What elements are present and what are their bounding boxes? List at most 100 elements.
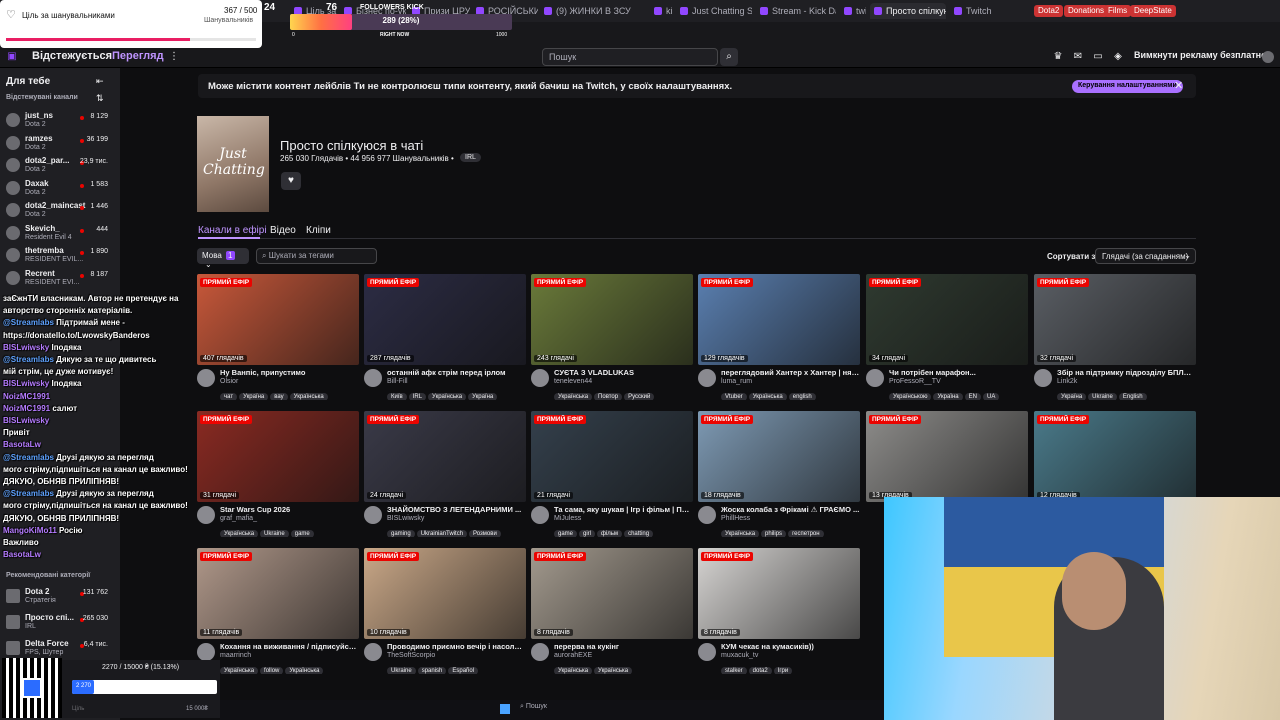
sidebar-category[interactable]: Просто спі... IRL 265 030 (0, 612, 120, 634)
avatar[interactable] (866, 369, 884, 387)
stream-thumbnail[interactable]: ПРЯМИЙ ЕФІР 11 глядачів (197, 548, 359, 639)
stream-card[interactable]: ПРЯМИЙ ЕФІР 287 глядачів останній афк стрі… (364, 274, 526, 404)
language-filter-button[interactable]: Мова 1 ⌄ (197, 248, 249, 269)
stream-thumbnail[interactable]: ПРЯМИЙ ЕФІР 10 глядачів (364, 548, 526, 639)
channel-name[interactable]: aurorahEXE (554, 652, 592, 659)
stream-title[interactable]: Проводимо приємно вечір і насолод... (387, 642, 526, 651)
sidebar-channel[interactable]: ramzes Dota 2 36 199 (0, 133, 120, 155)
nav-browse[interactable]: Перегляд (112, 50, 164, 62)
tag-chip[interactable]: Українська (594, 667, 633, 674)
whispers-icon[interactable]: ▭ (1092, 51, 1104, 63)
stream-card[interactable]: ПРЯМИЙ ЕФІР 31 глядачі Star Wars Cup 2026 g… (197, 411, 359, 541)
tag-chip[interactable]: stalker (721, 667, 747, 674)
tab-videos[interactable]: Відео (270, 225, 296, 236)
inbox-icon[interactable]: ✉ (1072, 51, 1084, 63)
channel-name[interactable]: Link2k (1057, 378, 1077, 385)
stream-thumbnail[interactable]: ПРЯМИЙ ЕФІР 12 глядачів (1034, 411, 1196, 502)
stream-card[interactable]: ПРЯМИЙ ЕФІР 21 глядачі Та сама, яку шукав … (531, 411, 693, 541)
avatar[interactable] (197, 643, 215, 661)
tag-chip[interactable]: Україна (933, 393, 963, 400)
avatar[interactable] (698, 506, 716, 524)
browser-tab[interactable]: kick (650, 3, 672, 19)
stream-title[interactable]: ЗНАЙОМСТВО З ЛЕГЕНДАРНИМИ ... (387, 505, 526, 514)
tag-chip[interactable]: girl (579, 530, 596, 537)
bookmark-pill[interactable]: Donations (1064, 5, 1109, 17)
more-icon[interactable]: ⋮ (168, 51, 180, 63)
browser-tab[interactable]: Twitch (950, 3, 1020, 19)
stream-thumbnail[interactable]: ПРЯМИЙ ЕФІР 287 глядачів (364, 274, 526, 365)
stream-card[interactable]: ПРЯМИЙ ЕФІР 243 глядачі СУЄТА З VLADLUKAS t… (531, 274, 693, 404)
taskbar-search[interactable]: ⌕ Пошук (520, 703, 560, 717)
browser-tab[interactable]: Stream - Kick Da... (756, 3, 836, 19)
stream-title[interactable]: Ну Ванпіс, припустимо (220, 368, 359, 377)
tag-chip[interactable]: Українська (554, 393, 593, 400)
browser-tab[interactable]: Просто спілкую... (870, 3, 946, 19)
tag-search-input[interactable]: ⌕ Шукати за тегами (256, 248, 377, 264)
stream-card[interactable]: ПРЯМИЙ ЕФІР 32 глядачі Збір на підтримку п… (1034, 274, 1196, 404)
channel-name[interactable]: luma_rum (721, 378, 752, 385)
avatar[interactable] (531, 369, 549, 387)
avatar[interactable] (364, 506, 382, 524)
avatar[interactable] (1262, 51, 1274, 63)
tag-chip[interactable]: Повтор (594, 393, 623, 400)
avatar[interactable] (531, 506, 549, 524)
tag-chip[interactable]: Україна (239, 393, 269, 400)
tag-chip[interactable]: Розмови (469, 530, 501, 537)
stream-card[interactable]: ПРЯМИЙ ЕФІР 34 глядачі Чи потрібен марафон… (866, 274, 1028, 404)
stream-title[interactable]: СУЄТА З VLADLUKAS (554, 368, 693, 377)
tag-chip[interactable]: spanish (417, 667, 447, 674)
stream-card[interactable]: ПРЯМИЙ ЕФІР 11 глядачів Кохання на виживан… (197, 548, 359, 678)
channel-name[interactable]: MiJuless (554, 515, 581, 522)
sidebar-channel[interactable]: Skevich_ Resident Evil 4 444 (0, 223, 120, 245)
sidebar-channel[interactable]: Daxak Dota 2 1 583 (0, 178, 120, 200)
stream-card[interactable]: ПРЯМИЙ ЕФІР 24 глядачі ЗНАЙОМСТВО З ЛЕГЕНД… (364, 411, 526, 541)
browser-tab[interactable]: twitch (840, 3, 866, 19)
stream-card[interactable]: ПРЯМИЙ ЕФІР 10 глядачів Проводимо приємно … (364, 548, 526, 678)
stream-thumbnail[interactable]: ПРЯМИЙ ЕФІР 32 глядачі (1034, 274, 1196, 365)
collapse-icon[interactable]: ⇤ (96, 76, 104, 87)
browser-tab[interactable]: Just Chatting Str... (676, 3, 752, 19)
stream-thumbnail[interactable]: ПРЯМИЙ ЕФІР 129 глядачів (698, 274, 860, 365)
tag-chip[interactable]: Русский (624, 393, 655, 400)
search-input[interactable]: Пошук (542, 48, 718, 66)
tag-chip[interactable]: геспетрон (788, 530, 824, 537)
stream-thumbnail[interactable]: ПРЯМИЙ ЕФІР 34 глядачі (866, 274, 1028, 365)
stream-thumbnail[interactable]: ПРЯМИЙ ЕФІР 243 глядачі (531, 274, 693, 365)
tag-chip[interactable]: philips (761, 530, 787, 537)
tag-chip[interactable]: Ukraine (387, 667, 416, 674)
tag-chip[interactable]: Україна (1057, 393, 1087, 400)
channel-name[interactable]: TheSoftScorpio (387, 652, 435, 659)
tag-chip[interactable]: Українською (889, 393, 932, 400)
avatar[interactable] (1034, 369, 1052, 387)
stream-thumbnail[interactable]: ПРЯМИЙ ЕФІР 21 глядачі (531, 411, 693, 502)
tag-chip[interactable]: чат (220, 393, 238, 400)
stream-title[interactable]: останній афк стрім перед ірлом (387, 368, 526, 377)
sort-select[interactable]: Глядачі (за спаданням) ⌄ (1095, 248, 1196, 264)
tag-chip[interactable]: English (1118, 393, 1147, 400)
stream-title[interactable]: Star Wars Cup 2026 (220, 505, 359, 514)
ad-free-button[interactable]: Вимкнути рекламу безплатно (1134, 50, 1267, 60)
sidebar-category[interactable]: Dota 2 Стратегія 131 762 (0, 586, 120, 608)
tag-chip[interactable]: game (554, 530, 578, 537)
tag-chip[interactable]: IRL (408, 393, 427, 400)
tab-live-channels[interactable]: Канали в ефірі (198, 225, 267, 236)
tag-chip[interactable]: Українська (428, 393, 467, 400)
channel-name[interactable]: graf_mafia_ (220, 515, 257, 522)
tag-chip[interactable]: Українська (285, 667, 324, 674)
tag-chip[interactable]: english (788, 393, 816, 400)
stream-title[interactable]: КУМ чекає на кумасиків)) (721, 642, 860, 651)
tag-chip[interactable]: follow (260, 667, 284, 674)
windows-start-icon[interactable] (500, 704, 510, 714)
stream-thumbnail[interactable]: ПРЯМИЙ ЕФІР 407 глядачів (197, 274, 359, 365)
sidebar-channel[interactable]: just_ns Dota 2 8 129 (0, 110, 120, 132)
avatar[interactable] (698, 643, 716, 661)
bookmark-pill[interactable]: Dota2 (1034, 5, 1064, 17)
category-tag[interactable]: IRL (460, 153, 481, 162)
follow-heart-icon[interactable]: ♥ (281, 172, 301, 190)
stream-title[interactable]: Збір на підтримку підрозділу БПЛА Н... (1057, 368, 1196, 377)
stream-thumbnail[interactable]: ПРЯМИЙ ЕФІР 8 глядачів (531, 548, 693, 639)
tag-chip[interactable]: фільм (597, 530, 623, 537)
close-icon[interactable]: ✕ (1174, 79, 1183, 92)
channel-name[interactable]: ProFessoR__TV (889, 378, 941, 385)
tag-chip[interactable]: Ігри (773, 667, 793, 674)
